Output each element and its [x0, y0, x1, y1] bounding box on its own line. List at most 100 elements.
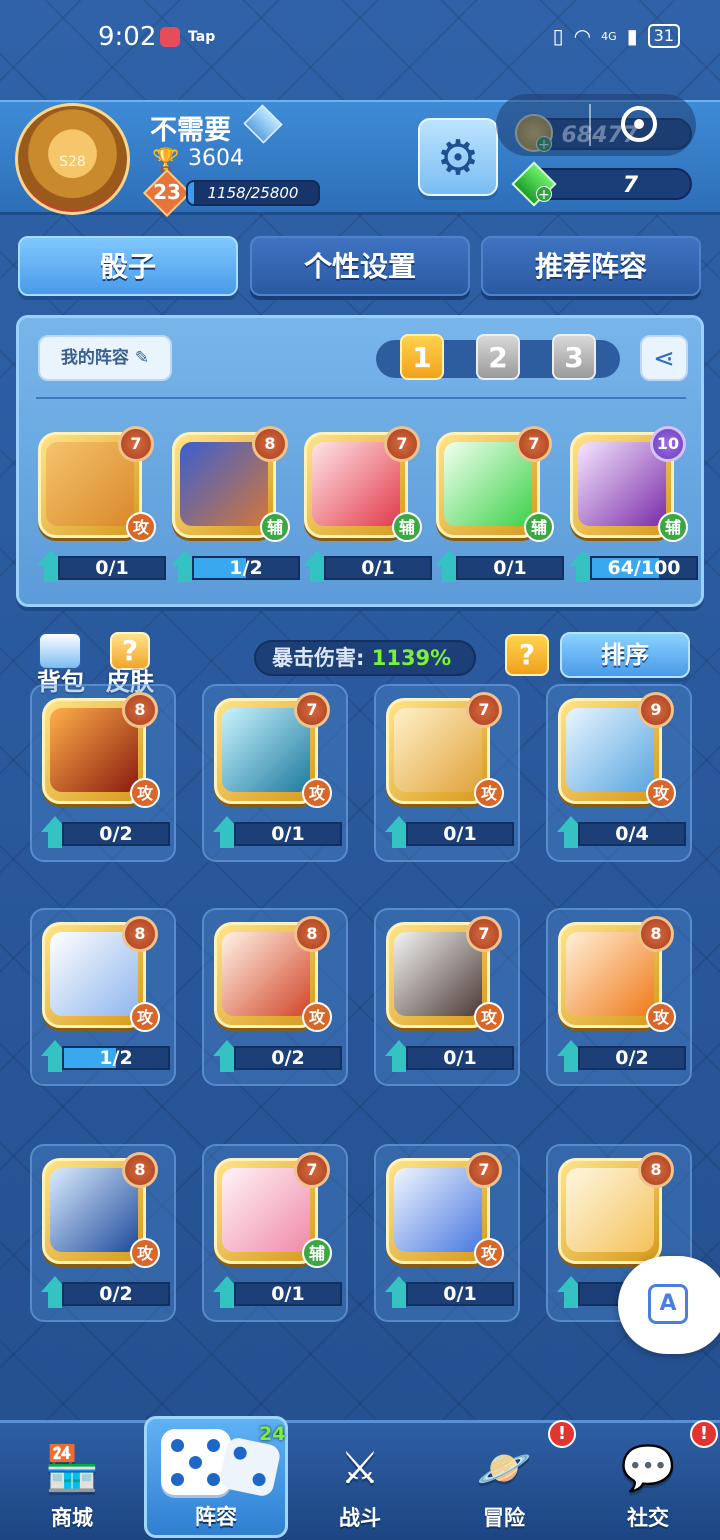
dice-level-badge: 8 — [294, 916, 330, 952]
dice-progress-text: 0/2 — [99, 1283, 133, 1305]
dice-role-badge: 攻 — [302, 1002, 332, 1032]
nav-lineup-label: 阵容 — [195, 1505, 237, 1529]
bull-dice-card[interactable]: 7 攻 0/1 — [378, 692, 518, 854]
battery-icon: 31 — [647, 24, 680, 48]
dice-progress-bar: 1/2 — [192, 556, 300, 580]
dice-role-badge: 攻 — [474, 778, 504, 808]
dice-progress-text: 0/4 — [615, 823, 649, 845]
backpack-button[interactable]: 背包 — [30, 632, 92, 696]
record-icon[interactable] — [621, 106, 657, 142]
dice-level-badge: 7 — [118, 426, 154, 462]
ice-sword-dice-card[interactable]: 9 攻 0/4 — [550, 692, 690, 854]
dice-progress-text: 1/2 — [229, 557, 263, 579]
dice-progress-bar: 0/1 — [234, 822, 342, 846]
dice-level-badge: 8 — [638, 1152, 674, 1188]
dice-level-badge: 8 — [122, 692, 158, 728]
crossed-swords-icon: ⚔ — [340, 1443, 380, 1494]
mask-dice-card[interactable]: 10 辅 64/100 — [562, 426, 702, 588]
dice-level-badge: 8 — [122, 916, 158, 952]
player-name[interactable]: 不需要 — [150, 108, 231, 147]
dice-role-badge: 攻 — [302, 778, 332, 808]
dice-progress-text: 0/1 — [443, 823, 477, 845]
dice-progress-text: 0/2 — [615, 1047, 649, 1069]
dice-progress-bar: 0/4 — [578, 822, 686, 846]
vibrate-icon: ▯ — [552, 24, 564, 48]
xp-text: 1158/25800 — [207, 184, 299, 202]
nav-shop[interactable]: 🏪 商城 — [0, 1420, 144, 1540]
dice-role-badge: 辅 — [260, 512, 290, 542]
store-icon: 🏪 — [44, 1443, 100, 1494]
pumpkin-witch-dice-card[interactable]: 8 攻 0/2 — [550, 916, 690, 1078]
dice-level-badge: 9 — [638, 692, 674, 728]
share-button[interactable]: ⋖ — [640, 335, 688, 381]
dice-progress-bar: 0/1 — [58, 556, 166, 580]
ox-dice-card[interactable]: 7 攻 0/1 — [30, 426, 170, 588]
my-lineup-button[interactable]: 我的阵容 ✎ — [38, 335, 172, 381]
tab-dice[interactable]: 骰子 — [18, 236, 238, 296]
healing-plus-dice-card[interactable]: 7 辅 0/1 — [428, 426, 568, 588]
dice-level-badge: 7 — [466, 916, 502, 952]
frost-sword-dice-card[interactable]: 8 攻 1/2 — [34, 916, 174, 1078]
dice-role-badge: 辅 — [302, 1238, 332, 1268]
status-time: 9:02 — [98, 22, 157, 52]
tap-label: Tap — [188, 29, 216, 45]
dice-role-badge: 攻 — [126, 512, 156, 542]
wifi-icon: ◠ — [573, 24, 592, 48]
top-hat-dice-card[interactable]: 7 辅 0/1 — [296, 426, 436, 588]
nav-adventure-label: 冒险 — [483, 1506, 525, 1530]
dice-progress-text: 0/2 — [99, 823, 133, 845]
star-dice-card[interactable]: 7 攻 0/1 — [378, 1152, 518, 1314]
dice-progress-bar: 0/2 — [234, 1046, 342, 1070]
recorder-divider — [589, 104, 591, 146]
giraffe-dice-card[interactable]: 8 辅 1/2 — [164, 426, 304, 588]
dice-progress-bar: 0/1 — [234, 1282, 342, 1306]
moon-maiden-dice-card[interactable]: 8 攻 0/2 — [34, 1152, 174, 1314]
dice-role-badge: 辅 — [524, 512, 554, 542]
cherry-blossom-dice-card[interactable]: 7 辅 0/1 — [206, 1152, 346, 1314]
tab-personalize[interactable]: 个性设置 — [250, 236, 470, 296]
settings-button[interactable]: ⚙ — [418, 118, 498, 196]
nav-social[interactable]: 💬 ! 社交 — [576, 1420, 720, 1540]
preset-1-button[interactable]: 1 — [400, 334, 444, 380]
gear-icon: ⚙ — [436, 130, 480, 186]
war-banner-dice-card[interactable]: 8 攻 0/2 — [206, 916, 346, 1078]
dice-progress-bar: 64/100 — [590, 556, 698, 580]
help-button[interactable]: ? — [505, 634, 549, 676]
nav-battle-label: 战斗 — [339, 1506, 381, 1530]
dice-role-badge: 攻 — [474, 1238, 504, 1268]
preset-3-button[interactable]: 3 — [552, 334, 596, 380]
floating-translate-button[interactable]: A — [618, 1256, 720, 1354]
fire-slash-dice-card[interactable]: 8 攻 0/2 — [34, 692, 174, 854]
translate-icon: A — [648, 1284, 688, 1324]
tab-recommended-lineup[interactable]: 推荐阵容 — [481, 236, 701, 296]
dice-progress-bar: 0/2 — [578, 1046, 686, 1070]
preset-2-button[interactable]: 2 — [476, 334, 520, 380]
dice-progress-text: 1/2 — [99, 1047, 133, 1069]
nav-lineup[interactable]: 24 阵容 — [144, 1416, 288, 1538]
dice-progress-text: 0/1 — [271, 823, 305, 845]
dice-role-badge: 攻 — [646, 1002, 676, 1032]
nav-adventure[interactable]: 🪐 ! 冒险 — [432, 1420, 576, 1540]
share-icon: ⋖ — [653, 344, 675, 374]
status-bar: 9:02 Tap ▯ ◠ 4G ▮ 31 — [0, 0, 720, 76]
dice-progress-bar: 1/2 — [62, 1046, 170, 1070]
social-alert-badge: ! — [690, 1420, 718, 1448]
dice-progress-text: 0/1 — [493, 557, 527, 579]
nav-shop-label: 商城 — [51, 1506, 93, 1530]
skin-button[interactable]: ? 皮肤 — [102, 632, 158, 696]
dice-progress-bar: 0/2 — [62, 822, 170, 846]
sort-button[interactable]: 排序 — [560, 632, 690, 678]
add-gem-icon[interactable]: + — [536, 186, 552, 203]
dice-level-badge: 7 — [466, 1152, 502, 1188]
nav-social-label: 社交 — [627, 1506, 669, 1530]
nav-battle[interactable]: ⚔ 战斗 — [288, 1420, 432, 1540]
network-label: 4G — [601, 29, 617, 43]
dice-level-badge: 8 — [122, 1152, 158, 1188]
dice-level-badge: 8 — [252, 426, 288, 462]
season-rank-badge[interactable]: S28 — [15, 103, 130, 215]
dice-level-badge: 7 — [294, 1152, 330, 1188]
screen-recorder-overlay[interactable] — [496, 94, 696, 156]
dice-role-badge: 攻 — [474, 1002, 504, 1032]
whirlpool-dice-card[interactable]: 7 攻 0/1 — [206, 692, 346, 854]
volcano-dice-card[interactable]: 7 攻 0/1 — [378, 916, 518, 1078]
